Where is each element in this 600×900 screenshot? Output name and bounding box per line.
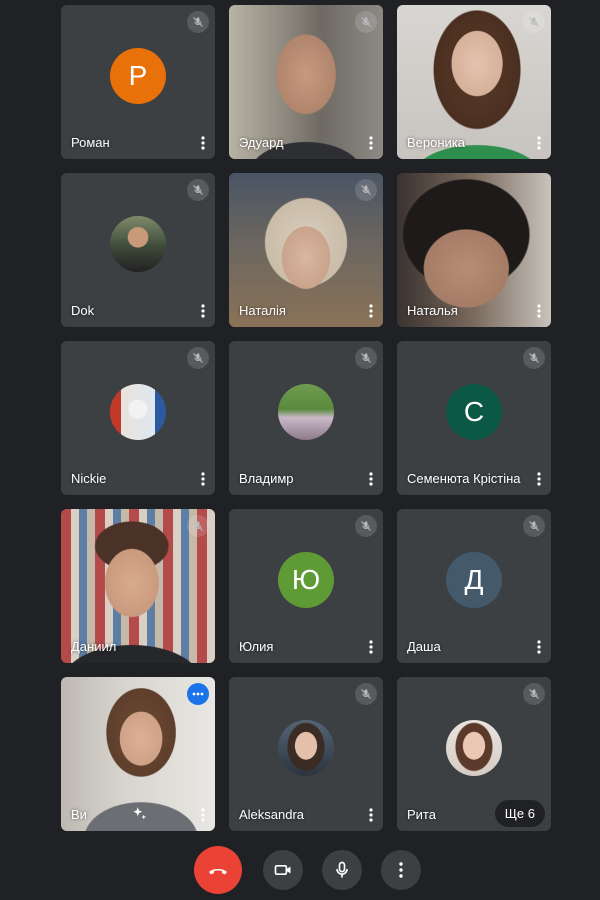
video-camera-icon (274, 865, 291, 875)
more-options-button[interactable] (381, 850, 421, 890)
mic-off-icon (523, 683, 545, 705)
avatar (278, 384, 334, 440)
mic-off-icon (187, 11, 209, 33)
mic-off-icon (187, 515, 209, 537)
avatar: Ю (278, 552, 334, 608)
more-options-icon[interactable] (363, 470, 379, 488)
more-options-icon[interactable] (363, 806, 379, 824)
mic-off-icon (355, 11, 377, 33)
participant-tile[interactable]: Наталья (397, 173, 551, 327)
microphone-icon (336, 861, 348, 878)
hang-up-icon (209, 869, 227, 875)
participant-tile[interactable]: Д Даша (397, 509, 551, 663)
participant-name: Юлия (239, 639, 274, 654)
avatar (110, 216, 166, 272)
more-options-icon[interactable] (531, 134, 547, 152)
participant-tile[interactable]: Вероника (397, 5, 551, 159)
participant-tile[interactable]: Nickie (61, 341, 215, 495)
participant-name: Вероника (407, 135, 466, 150)
participant-tile[interactable]: Владимр (229, 341, 383, 495)
more-vert-icon (399, 862, 403, 878)
more-options-icon[interactable] (363, 638, 379, 656)
more-options-icon[interactable] (195, 302, 211, 320)
mic-off-icon (355, 515, 377, 537)
mic-off-icon (523, 11, 545, 33)
participant-tile[interactable]: Aleksandra (229, 677, 383, 831)
mic-off-icon (187, 347, 209, 369)
mic-off-icon (523, 347, 545, 369)
mic-off-icon (355, 683, 377, 705)
participant-name: Наталья (407, 303, 458, 318)
more-options-icon[interactable] (531, 470, 547, 488)
avatar (110, 384, 166, 440)
more-options-icon[interactable] (195, 470, 211, 488)
participant-tile[interactable]: С Семенюта Крістіна (397, 341, 551, 495)
participant-tile[interactable]: Наталія (229, 173, 383, 327)
participant-tile[interactable]: Dok (61, 173, 215, 327)
participant-name: Aleksandra (239, 807, 305, 822)
participant-tile[interactable]: Даниил (61, 509, 215, 663)
participant-name: Dok (71, 303, 95, 318)
participant-tile[interactable]: Рита Ще 6 (397, 677, 551, 831)
avatar (446, 720, 502, 776)
self-view-tile[interactable]: Ви (61, 677, 215, 831)
call-controls-bar (0, 846, 600, 894)
end-call-button[interactable] (194, 846, 242, 894)
participant-tile[interactable]: Эдуард (229, 5, 383, 159)
avatar: С (446, 384, 502, 440)
camera-toggle-button[interactable] (263, 850, 303, 890)
avatar (278, 720, 334, 776)
more-options-icon[interactable] (531, 302, 547, 320)
avatar: Д (446, 552, 502, 608)
more-options-icon[interactable] (363, 302, 379, 320)
more-options-icon[interactable] (195, 806, 211, 824)
participant-name: Семенюта Крістіна (407, 471, 521, 486)
more-icon (187, 683, 209, 705)
participant-grid: P Роман Эдуард Вероника Dok Наталія Ната… (61, 5, 551, 831)
effects-sparkle-icon[interactable] (131, 805, 149, 823)
participant-name: Роман (71, 135, 110, 150)
more-options-icon[interactable] (195, 134, 211, 152)
participant-name: Наталія (239, 303, 286, 318)
mic-off-icon (187, 179, 209, 201)
participant-tile[interactable]: P Роман (61, 5, 215, 159)
participant-tile[interactable]: Ю Юлия (229, 509, 383, 663)
participant-name: Ви (71, 807, 87, 822)
participant-name: Владимр (239, 471, 294, 486)
participant-name: Даша (407, 639, 441, 654)
participant-name: Рита (407, 807, 436, 822)
mic-off-icon (523, 515, 545, 537)
avatar: P (110, 48, 166, 104)
microphone-toggle-button[interactable] (322, 850, 362, 890)
more-options-icon[interactable] (363, 134, 379, 152)
more-options-icon[interactable] (531, 638, 547, 656)
mic-off-icon (355, 347, 377, 369)
mic-off-icon (355, 179, 377, 201)
participant-name: Даниил (71, 639, 117, 654)
participant-name: Nickie (71, 471, 107, 486)
participant-name: Эдуард (239, 135, 284, 150)
more-participants-button[interactable]: Ще 6 (494, 800, 545, 827)
